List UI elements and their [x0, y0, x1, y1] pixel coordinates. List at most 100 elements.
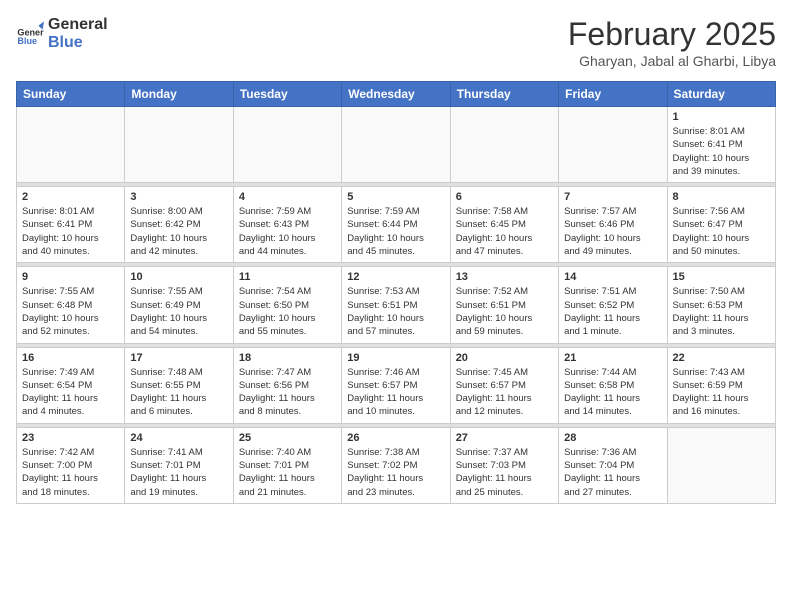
day-info: Sunrise: 8:01 AMSunset: 6:41 PMDaylight:… — [22, 205, 119, 258]
day-number: 25 — [239, 432, 336, 444]
day-info: Sunrise: 7:44 AMSunset: 6:58 PMDaylight:… — [564, 366, 661, 419]
calendar-day-cell: 3 Sunrise: 8:00 AMSunset: 6:42 PMDaylight… — [125, 187, 233, 263]
calendar-day-cell: 22Sunrise: 7:43 AMSunset: 6:59 PMDayligh… — [667, 347, 775, 423]
calendar-day-cell: 27 Sunrise: 7:37 AMSunset: 7:03 PMDayligh… — [450, 427, 558, 503]
day-number: 14 — [564, 271, 661, 283]
calendar-day-cell: 11 Sunrise: 7:54 AMSunset: 6:50 PMDayligh… — [233, 267, 341, 343]
calendar-day-cell: 7Sunrise: 7:57 AMSunset: 6:46 PMDaylight… — [559, 187, 667, 263]
calendar-header-friday: Friday — [559, 82, 667, 107]
day-info: Sunrise: 7:41 AMSunset: 7:01 PMDaylight:… — [130, 446, 227, 499]
calendar-day-cell: 8 Sunrise: 7:56 AMSunset: 6:47 PMDaylight… — [667, 187, 775, 263]
day-info: Sunrise: 7:54 AMSunset: 6:50 PMDaylight:… — [239, 285, 336, 338]
calendar-header-monday: Monday — [125, 82, 233, 107]
calendar-day-cell — [125, 107, 233, 183]
calendar-day-cell: 21Sunrise: 7:44 AMSunset: 6:58 PMDayligh… — [559, 347, 667, 423]
calendar-header-row: SundayMondayTuesdayWednesdayThursdayFrid… — [17, 82, 776, 107]
day-number: 19 — [347, 352, 444, 364]
calendar-day-cell: 23 Sunrise: 7:42 AMSunset: 7:00 PMDayligh… — [17, 427, 125, 503]
day-info: Sunrise: 7:51 AMSunset: 6:52 PMDaylight:… — [564, 285, 661, 338]
day-number: 5 — [347, 191, 444, 203]
day-number: 13 — [456, 271, 553, 283]
calendar-day-cell: 20Sunrise: 7:45 AMSunset: 6:57 PMDayligh… — [450, 347, 558, 423]
calendar-day-cell — [450, 107, 558, 183]
location-subtitle: Gharyan, Jabal al Gharbi, Libya — [568, 53, 776, 69]
day-number: 15 — [673, 271, 770, 283]
calendar-day-cell — [559, 107, 667, 183]
calendar-day-cell — [342, 107, 450, 183]
day-number: 3 — [130, 191, 227, 203]
calendar-week-row: 23 Sunrise: 7:42 AMSunset: 7:00 PMDayligh… — [17, 427, 776, 503]
logo-icon: General Blue — [16, 20, 44, 48]
calendar-table: SundayMondayTuesdayWednesdayThursdayFrid… — [16, 81, 776, 504]
day-info: Sunrise: 7:55 AMSunset: 6:49 PMDaylight:… — [130, 285, 227, 338]
day-info: Sunrise: 7:47 AMSunset: 6:56 PMDaylight:… — [239, 366, 336, 419]
calendar-day-cell: 26 Sunrise: 7:38 AMSunset: 7:02 PMDayligh… — [342, 427, 450, 503]
calendar-day-cell: 2 Sunrise: 8:01 AMSunset: 6:41 PMDaylight… — [17, 187, 125, 263]
page-container: General Blue General Blue February 2025 … — [16, 16, 776, 504]
month-title: February 2025 — [568, 16, 776, 53]
day-info: Sunrise: 7:50 AMSunset: 6:53 PMDaylight:… — [673, 285, 770, 338]
title-block: February 2025 Gharyan, Jabal al Gharbi, … — [568, 16, 776, 69]
calendar-week-row: 1Sunrise: 8:01 AMSunset: 6:41 PMDaylight… — [17, 107, 776, 183]
day-number: 4 — [239, 191, 336, 203]
page-header: General Blue General Blue February 2025 … — [16, 16, 776, 69]
calendar-day-cell: 24 Sunrise: 7:41 AMSunset: 7:01 PMDayligh… — [125, 427, 233, 503]
calendar-day-cell: 15 Sunrise: 7:50 AMSunset: 6:53 PMDayligh… — [667, 267, 775, 343]
calendar-day-cell — [667, 427, 775, 503]
calendar-week-row: 2 Sunrise: 8:01 AMSunset: 6:41 PMDaylight… — [17, 187, 776, 263]
day-info: Sunrise: 7:59 AMSunset: 6:43 PMDaylight:… — [239, 205, 336, 258]
day-number: 8 — [673, 191, 770, 203]
day-number: 16 — [22, 352, 119, 364]
day-info: Sunrise: 7:56 AMSunset: 6:47 PMDaylight:… — [673, 205, 770, 258]
day-number: 27 — [456, 432, 553, 444]
day-number: 18 — [239, 352, 336, 364]
day-info: Sunrise: 7:48 AMSunset: 6:55 PMDaylight:… — [130, 366, 227, 419]
calendar-header-wednesday: Wednesday — [342, 82, 450, 107]
calendar-day-cell: 4 Sunrise: 7:59 AMSunset: 6:43 PMDaylight… — [233, 187, 341, 263]
day-info: Sunrise: 7:55 AMSunset: 6:48 PMDaylight:… — [22, 285, 119, 338]
calendar-day-cell: 1Sunrise: 8:01 AMSunset: 6:41 PMDaylight… — [667, 107, 775, 183]
calendar-header-tuesday: Tuesday — [233, 82, 341, 107]
calendar-day-cell — [17, 107, 125, 183]
day-info: Sunrise: 7:42 AMSunset: 7:00 PMDaylight:… — [22, 446, 119, 499]
calendar-header-saturday: Saturday — [667, 82, 775, 107]
day-info: Sunrise: 7:53 AMSunset: 6:51 PMDaylight:… — [347, 285, 444, 338]
day-number: 28 — [564, 432, 661, 444]
day-number: 11 — [239, 271, 336, 283]
day-info: Sunrise: 7:59 AMSunset: 6:44 PMDaylight:… — [347, 205, 444, 258]
day-info: Sunrise: 7:38 AMSunset: 7:02 PMDaylight:… — [347, 446, 444, 499]
day-number: 24 — [130, 432, 227, 444]
day-info: Sunrise: 7:43 AMSunset: 6:59 PMDaylight:… — [673, 366, 770, 419]
day-info: Sunrise: 7:46 AMSunset: 6:57 PMDaylight:… — [347, 366, 444, 419]
day-info: Sunrise: 7:36 AMSunset: 7:04 PMDaylight:… — [564, 446, 661, 499]
calendar-day-cell: 5 Sunrise: 7:59 AMSunset: 6:44 PMDaylight… — [342, 187, 450, 263]
day-info: Sunrise: 7:49 AMSunset: 6:54 PMDaylight:… — [22, 366, 119, 419]
day-number: 26 — [347, 432, 444, 444]
day-number: 7 — [564, 191, 661, 203]
calendar-day-cell: 28 Sunrise: 7:36 AMSunset: 7:04 PMDayligh… — [559, 427, 667, 503]
day-info: Sunrise: 7:40 AMSunset: 7:01 PMDaylight:… — [239, 446, 336, 499]
calendar-day-cell: 17 Sunrise: 7:48 AMSunset: 6:55 PMDayligh… — [125, 347, 233, 423]
calendar-week-row: 9Sunrise: 7:55 AMSunset: 6:48 PMDaylight… — [17, 267, 776, 343]
day-number: 12 — [347, 271, 444, 283]
calendar-day-cell: 10Sunrise: 7:55 AMSunset: 6:49 PMDayligh… — [125, 267, 233, 343]
day-number: 23 — [22, 432, 119, 444]
day-number: 6 — [456, 191, 553, 203]
calendar-day-cell: 25 Sunrise: 7:40 AMSunset: 7:01 PMDayligh… — [233, 427, 341, 503]
logo-general: General — [48, 16, 108, 34]
logo-blue: Blue — [48, 34, 108, 52]
calendar-day-cell: 16 Sunrise: 7:49 AMSunset: 6:54 PMDayligh… — [17, 347, 125, 423]
day-info: Sunrise: 7:45 AMSunset: 6:57 PMDaylight:… — [456, 366, 553, 419]
day-number: 2 — [22, 191, 119, 203]
calendar-day-cell: 9Sunrise: 7:55 AMSunset: 6:48 PMDaylight… — [17, 267, 125, 343]
day-number: 17 — [130, 352, 227, 364]
calendar-day-cell: 13Sunrise: 7:52 AMSunset: 6:51 PMDayligh… — [450, 267, 558, 343]
calendar-week-row: 16 Sunrise: 7:49 AMSunset: 6:54 PMDayligh… — [17, 347, 776, 423]
day-info: Sunrise: 8:00 AMSunset: 6:42 PMDaylight:… — [130, 205, 227, 258]
calendar-day-cell: 6Sunrise: 7:58 AMSunset: 6:45 PMDaylight… — [450, 187, 558, 263]
calendar-day-cell: 19 Sunrise: 7:46 AMSunset: 6:57 PMDayligh… — [342, 347, 450, 423]
day-info: Sunrise: 7:37 AMSunset: 7:03 PMDaylight:… — [456, 446, 553, 499]
calendar-header-sunday: Sunday — [17, 82, 125, 107]
calendar-day-cell — [233, 107, 341, 183]
calendar-day-cell: 14 Sunrise: 7:51 AMSunset: 6:52 PMDayligh… — [559, 267, 667, 343]
